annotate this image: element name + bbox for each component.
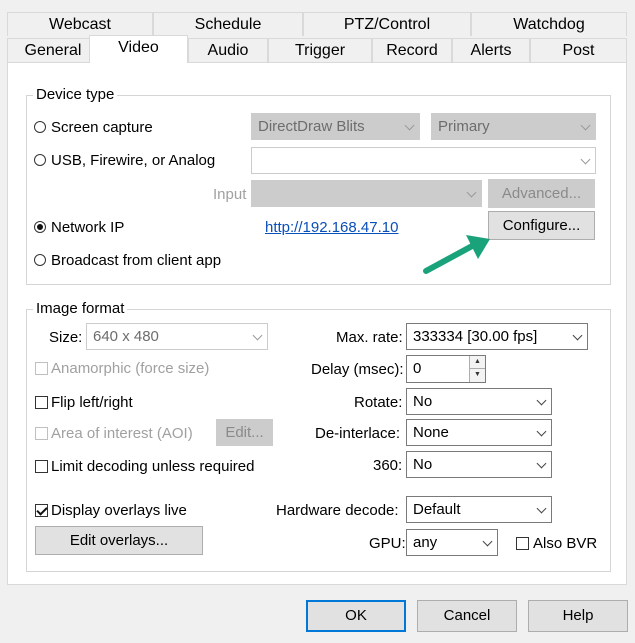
delay-label: Delay (msec): [311, 361, 404, 378]
image-format-title: Image format [33, 300, 128, 317]
network-ip-link[interactable]: http://192.168.47.10 [265, 219, 398, 236]
usb-radio[interactable] [34, 154, 46, 166]
ok-button[interactable]: OK [306, 600, 406, 632]
screen-capture-radio[interactable] [34, 121, 46, 133]
network-ip-label: Network IP [51, 219, 125, 236]
tab-alerts[interactable]: Alerts [452, 38, 530, 62]
tab-label: Post [562, 42, 595, 59]
size-label: Size: [49, 329, 83, 346]
tab-label: Audio [207, 42, 249, 59]
hw-decode-label: Hardware decode: [276, 502, 399, 519]
broadcast-label: Broadcast from client app [51, 252, 222, 269]
chevron-down-icon [580, 120, 591, 131]
rotate-value: No [413, 393, 433, 410]
edit-overlays-button[interactable]: Edit overlays... [35, 526, 203, 555]
hw-decode-select[interactable]: Default [406, 496, 552, 523]
also-bvr-label: Also BVR [533, 535, 598, 552]
flip-checkbox[interactable] [35, 396, 48, 409]
rotate-select[interactable]: No [406, 388, 552, 415]
spin-up-icon[interactable]: ▲ [469, 356, 485, 369]
network-ip-radio[interactable] [34, 221, 46, 233]
display-overlays-label: Display overlays live [51, 502, 187, 519]
max-rate-label: Max. rate: [336, 329, 403, 346]
chevron-down-icon [466, 187, 477, 198]
usb-label: USB, Firewire, or Analog [51, 152, 216, 169]
chevron-down-icon [404, 120, 415, 131]
input-label: Input [213, 186, 247, 203]
tab-label: PTZ/Control [343, 16, 431, 33]
aoi-label: Area of interest (AOI) [51, 425, 193, 442]
tab-label: Schedule [194, 16, 262, 33]
deinterlace-select[interactable]: None [406, 419, 552, 446]
chevron-down-icon [536, 426, 547, 437]
tab-schedule[interactable]: Schedule [153, 12, 303, 36]
tab-audio[interactable]: Audio [188, 38, 268, 62]
help-button[interactable]: Help [528, 600, 628, 632]
tab-record[interactable]: Record [372, 38, 452, 62]
chevron-down-icon [536, 503, 547, 514]
input-select[interactable] [251, 180, 482, 207]
aoi-checkbox[interactable] [35, 427, 48, 440]
usb-device-select[interactable] [251, 147, 596, 174]
configure-button[interactable]: Configure... [488, 211, 595, 240]
tab-post[interactable]: Post [530, 38, 627, 62]
three60-select[interactable]: No [406, 451, 552, 478]
chevron-down-icon [482, 536, 493, 547]
max-rate-select[interactable]: 333334 [30.00 fps] [406, 323, 588, 350]
screen-capture-label: Screen capture [51, 119, 153, 136]
tab-label: Watchdog [513, 16, 585, 33]
deinterlace-label: De-interlace: [315, 425, 401, 442]
limit-decoding-label: Limit decoding unless required [51, 458, 255, 475]
flip-label: Flip left/right [51, 394, 133, 411]
tab-video[interactable]: Video [89, 35, 188, 63]
capture-monitor-value: Primary [438, 118, 490, 135]
gpu-select[interactable]: any [406, 529, 498, 556]
gpu-label: GPU: [369, 535, 406, 552]
tab-webcast[interactable]: Webcast [7, 12, 153, 36]
deinterlace-value: None [413, 424, 449, 441]
display-overlays-checkbox[interactable] [35, 504, 48, 517]
delay-stepper[interactable]: 0 ▲ ▼ [406, 355, 486, 383]
capture-method-select[interactable]: DirectDraw Blits [251, 113, 420, 140]
advanced-button[interactable]: Advanced... [488, 179, 595, 208]
capture-method-value: DirectDraw Blits [258, 118, 365, 135]
tab-watchdog[interactable]: Watchdog [471, 12, 627, 36]
max-rate-value: 333334 [30.00 fps] [413, 328, 538, 345]
delay-value: 0 [413, 360, 422, 377]
chevron-down-icon [580, 154, 591, 165]
hw-decode-value: Default [413, 501, 461, 518]
chevron-down-icon [536, 395, 547, 406]
rotate-label: Rotate: [354, 394, 403, 411]
also-bvr-checkbox[interactable] [516, 537, 529, 550]
gpu-value: any [413, 534, 438, 551]
chevron-down-icon [252, 330, 263, 341]
chevron-down-icon [572, 330, 583, 341]
tab-general[interactable]: General [7, 38, 99, 62]
size-value: 640 x 480 [93, 328, 159, 345]
device-type-title: Device type [33, 86, 118, 103]
tab-ptz-control[interactable]: PTZ/Control [303, 12, 471, 36]
tab-label: Record [386, 42, 438, 59]
green-arrow-annotation [423, 235, 490, 274]
broadcast-radio[interactable] [34, 254, 46, 266]
tab-label: Trigger [294, 42, 346, 59]
chevron-down-icon [536, 458, 547, 469]
three60-value: No [413, 456, 433, 473]
anamorphic-label: Anamorphic (force size) [51, 360, 210, 377]
capture-monitor-select[interactable]: Primary [431, 113, 596, 140]
tab-label: General [24, 42, 82, 59]
cancel-button[interactable]: Cancel [417, 600, 517, 632]
anamorphic-checkbox[interactable] [35, 362, 48, 375]
spin-down-icon[interactable]: ▼ [469, 369, 485, 382]
video-tab-panel: Device type Screen capture DirectDraw Bl… [7, 62, 627, 585]
tab-label: Video [118, 39, 159, 56]
tab-label: Webcast [49, 16, 111, 33]
size-select[interactable]: 640 x 480 [86, 323, 268, 350]
tab-label: Alerts [470, 42, 512, 59]
three60-label: 360: [373, 457, 403, 474]
limit-decoding-checkbox[interactable] [35, 460, 48, 473]
tab-trigger[interactable]: Trigger [268, 38, 372, 62]
aoi-edit-button[interactable]: Edit... [216, 419, 273, 446]
